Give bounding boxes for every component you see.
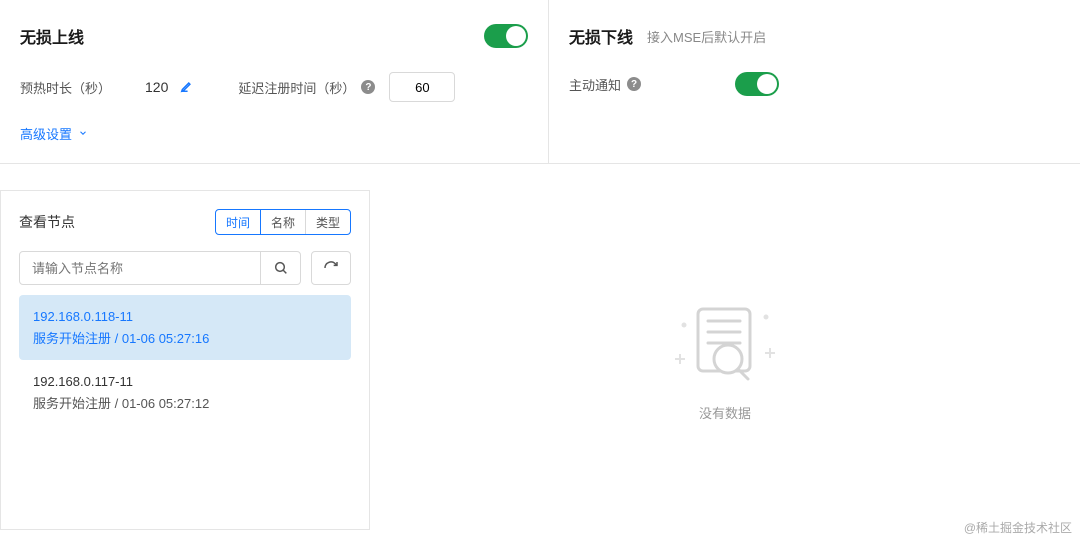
empty-icon [670, 299, 780, 389]
refresh-button[interactable] [311, 251, 351, 285]
help-icon[interactable]: ? [361, 80, 375, 94]
lossless-offline-subtitle: 接入MSE后默认开启 [647, 27, 766, 46]
proactive-notify-label: 主动通知 [569, 75, 621, 94]
node-sub: 服务开始注册 / 01-06 05:27:16 [33, 329, 337, 349]
detail-panel: 没有数据 @稀土掘金技术社区 [370, 190, 1080, 530]
lossless-offline-title: 无损下线 [569, 24, 633, 48]
tab-time[interactable]: 时间 [216, 210, 261, 234]
advanced-settings-label: 高级设置 [20, 124, 72, 143]
advanced-settings-link[interactable]: 高级设置 [20, 124, 88, 143]
node-sub: 服务开始注册 / 01-06 05:27:12 [33, 394, 337, 414]
nodes-list: 192.168.0.118-11 服务开始注册 / 01-06 05:27:16… [19, 295, 351, 425]
warmup-value: 120 [145, 79, 168, 95]
tab-type[interactable]: 类型 [306, 210, 350, 234]
list-item[interactable]: 192.168.0.118-11 服务开始注册 / 01-06 05:27:16 [19, 295, 351, 360]
search-wrap [19, 251, 301, 285]
nodes-panel: 查看节点 时间 名称 类型 192.168.0.118-11 服务开始注册 / … [0, 190, 370, 530]
nodes-title: 查看节点 [19, 212, 75, 232]
list-item[interactable]: 192.168.0.117-11 服务开始注册 / 01-06 05:27:12 [19, 360, 351, 425]
lossless-online-toggle[interactable] [484, 24, 528, 48]
search-button[interactable] [260, 252, 300, 284]
empty-text: 没有数据 [699, 403, 751, 422]
lossless-online-panel: 无损上线 预热时长（秒） 120 延迟注册时间（秒） ? 高级设置 [0, 0, 549, 163]
proactive-notify-toggle[interactable] [735, 72, 779, 96]
watermark: @稀土掘金技术社区 [964, 519, 1072, 536]
warmup-label: 预热时长（秒） [20, 78, 111, 97]
chevron-down-icon [78, 126, 88, 141]
empty-state: 没有数据 [670, 299, 780, 422]
search-input[interactable] [20, 252, 260, 284]
help-icon[interactable]: ? [627, 77, 641, 91]
nodes-tab-group: 时间 名称 类型 [215, 209, 351, 235]
lossless-offline-panel: 无损下线 接入MSE后默认开启 主动通知 ? [549, 0, 1080, 163]
tab-name[interactable]: 名称 [261, 210, 306, 234]
node-ip: 192.168.0.117-11 [33, 372, 337, 392]
edit-icon[interactable] [180, 79, 194, 96]
node-ip: 192.168.0.118-11 [33, 307, 337, 327]
delay-reg-input[interactable] [389, 72, 455, 102]
lossless-online-title: 无损上线 [20, 24, 84, 48]
delay-reg-label: 延迟注册时间（秒） [238, 78, 355, 97]
